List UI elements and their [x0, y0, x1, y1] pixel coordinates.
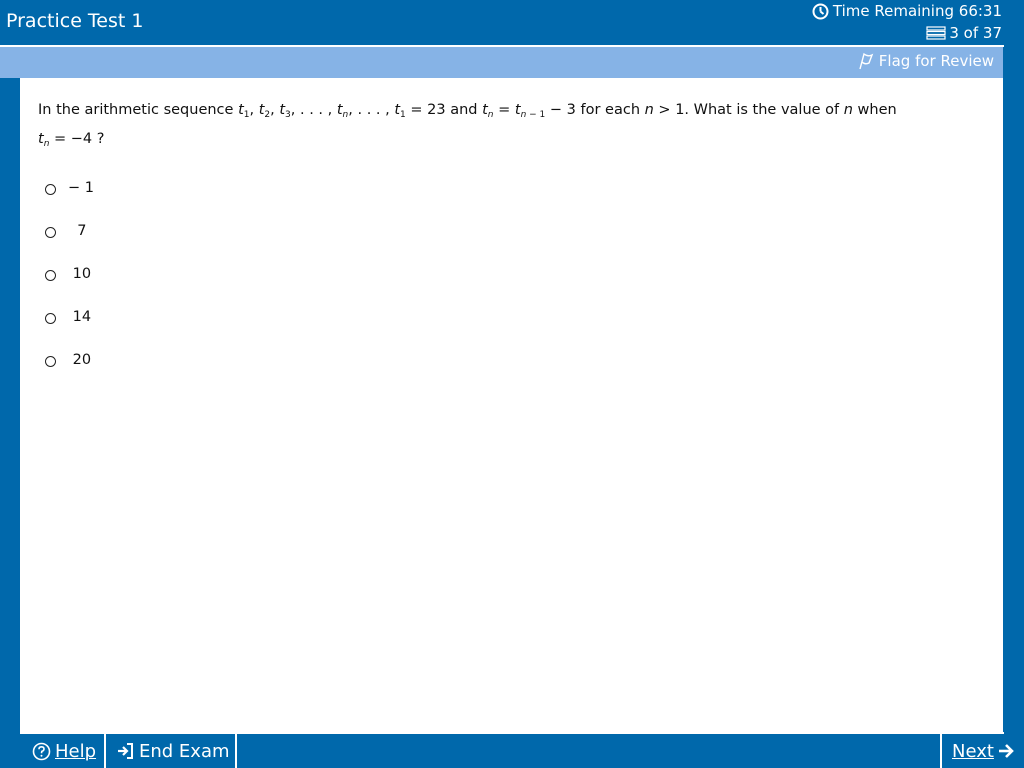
clock-icon [812, 3, 829, 20]
question-text-part: = 23 and [405, 102, 483, 118]
answer-choice-c[interactable]: 10 [45, 252, 98, 295]
arrow-right-icon [997, 742, 1015, 760]
answer-choice-label: 20 [68, 351, 92, 368]
answer-choice-a[interactable]: − 1 [45, 166, 98, 209]
radio-button[interactable] [45, 270, 56, 281]
flag-for-review-button[interactable]: Flag for Review [856, 51, 994, 71]
radio-button[interactable] [45, 227, 56, 238]
page-title: Practice Test 1 [6, 10, 144, 32]
next-button[interactable]: Next [940, 734, 1024, 768]
help-button[interactable]: Help [22, 734, 106, 768]
end-exam-label: End Exam [139, 740, 230, 762]
question-text-part: In the arithmetic sequence [38, 102, 239, 118]
answer-choice-label: 7 [68, 222, 87, 239]
answer-choices: − 1 7 10 14 20 [45, 166, 98, 381]
question-text-part: when [852, 102, 897, 118]
time-remaining: Time Remaining 66:31 [812, 2, 1002, 20]
answer-choice-label: − 1 [68, 179, 94, 196]
flag-bar: Flag for Review [0, 47, 1003, 78]
question-panel: In the arithmetic sequence t1, t2, t3, .… [20, 78, 1003, 732]
help-icon [32, 742, 51, 761]
question-stem: In the arithmetic sequence t1, t2, t3, .… [38, 102, 897, 149]
help-label: Help [55, 740, 97, 762]
exam-window: Practice Test 1 Time Remaining 66:31 3 o… [0, 0, 1024, 768]
answer-choice-b[interactable]: 7 [45, 209, 98, 252]
question-text-part: = −4 ? [49, 131, 105, 147]
questions-icon [926, 26, 946, 40]
left-stripe [0, 78, 20, 732]
end-exam-button[interactable]: End Exam [106, 734, 237, 768]
flag-icon [856, 51, 876, 71]
question-text-part: > 1. What is the value of [653, 102, 844, 118]
question-progress: 3 of 37 [926, 24, 1002, 42]
radio-button[interactable] [45, 313, 56, 324]
question-text-part: − 3 for each [545, 102, 645, 118]
answer-choice-label: 14 [68, 308, 92, 325]
radio-button[interactable] [45, 184, 56, 195]
flag-for-review-label: Flag for Review [878, 52, 994, 70]
answer-choice-d[interactable]: 14 [45, 295, 98, 338]
time-remaining-label: Time Remaining 66:31 [832, 2, 1002, 20]
header-bar: Practice Test 1 Time Remaining 66:31 3 o… [0, 0, 1024, 45]
answer-choice-e[interactable]: 20 [45, 338, 98, 381]
answer-choice-label: 10 [68, 265, 92, 282]
next-label: Next [952, 740, 994, 762]
footer-separator [235, 734, 237, 768]
end-exam-icon [116, 742, 134, 760]
question-progress-label: 3 of 37 [949, 24, 1002, 42]
radio-button[interactable] [45, 356, 56, 367]
